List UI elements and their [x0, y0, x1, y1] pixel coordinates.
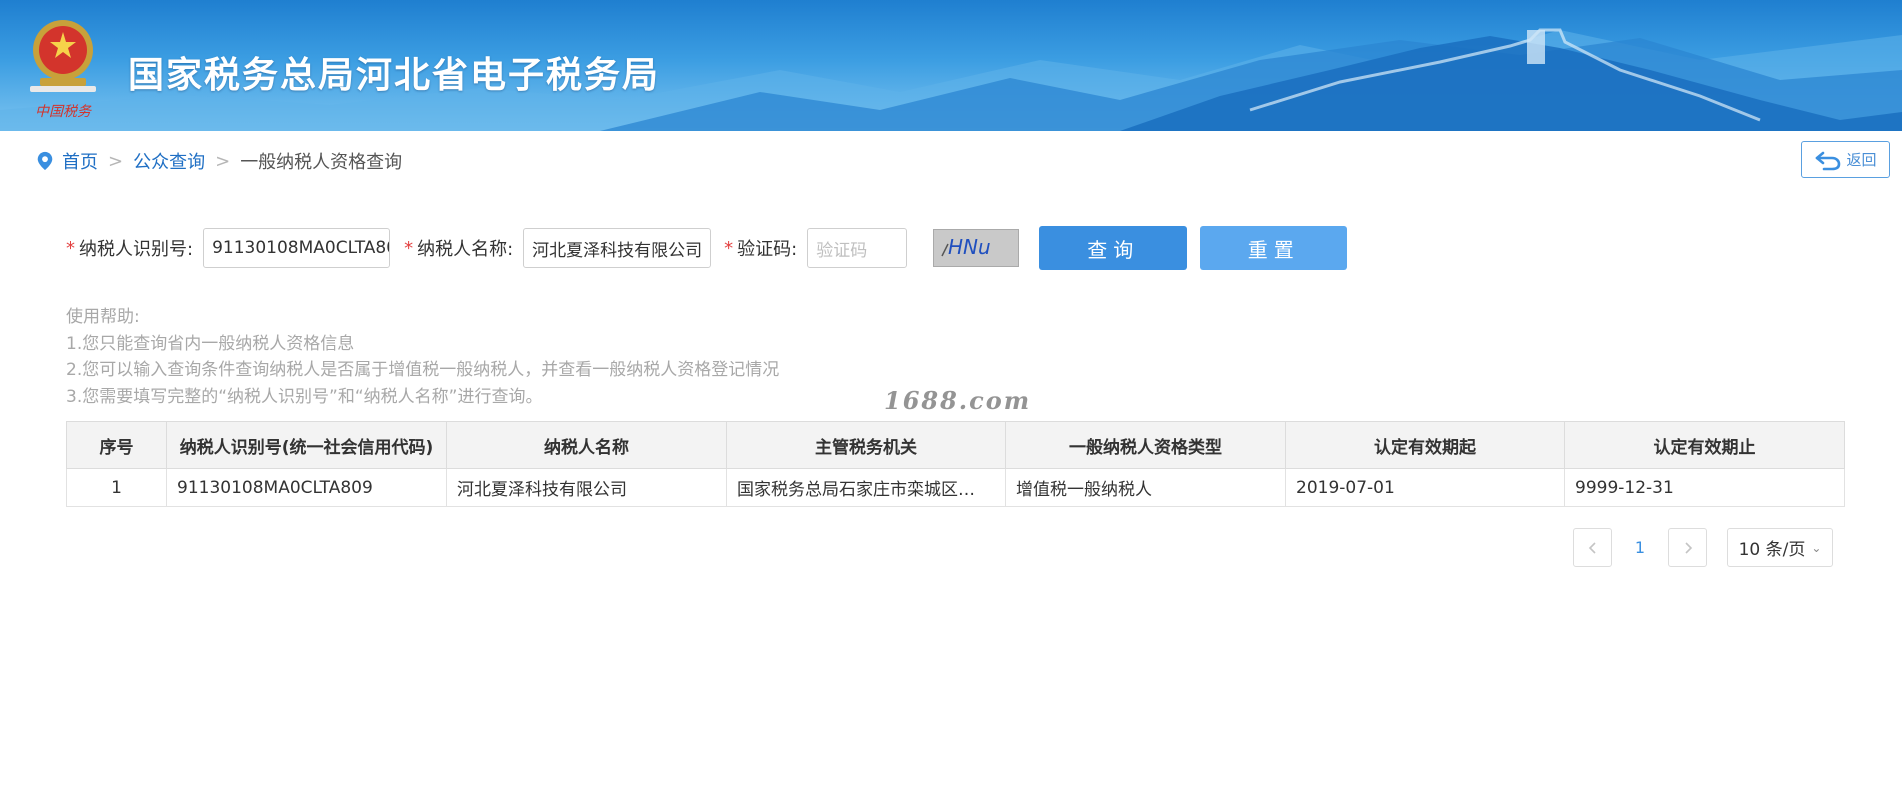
taxpayer-id-label: 纳税人识别号:: [79, 239, 194, 260]
help-title: 使用帮助:: [66, 307, 140, 327]
cell-taxpayer-id: 91130108MA0CLTA809: [166, 468, 447, 507]
breadcrumb-public-query[interactable]: 公众查询: [133, 148, 205, 174]
breadcrumb-separator: >: [215, 150, 231, 172]
required-mark: *: [724, 237, 734, 259]
breadcrumb: 首页 > 公众查询 > 一般纳税人资格查询: [36, 148, 402, 174]
breadcrumb-home[interactable]: 首页: [62, 148, 98, 174]
required-mark: *: [404, 237, 414, 259]
prev-page-button[interactable]: [1573, 528, 1612, 567]
captcha-glyphs: HNu: [941, 235, 991, 259]
chevron-right-icon: [1684, 541, 1692, 554]
taxpayer-name-label: 纳税人名称:: [417, 239, 514, 260]
captcha-label: 验证码:: [737, 239, 798, 260]
column-header-taxpayer-id: 纳税人识别号(统一社会信用代码): [166, 421, 447, 469]
watermark: 1688.com: [884, 386, 1032, 415]
cell-valid-to: 9999-12-31: [1564, 468, 1845, 507]
header-banner: 中国税务 国家税务总局河北省电子税务局: [0, 0, 1902, 131]
tax-emblem-icon: 中国税务: [30, 20, 96, 120]
back-button[interactable]: 返回: [1801, 141, 1890, 178]
help-line: 1.您只能查询省内一般纳税人资格信息: [66, 333, 355, 354]
chevron-down-icon: ⌄: [1811, 540, 1822, 555]
back-button-label: 返回: [1846, 151, 1877, 169]
cell-index: 1: [66, 468, 167, 507]
required-mark: *: [66, 237, 75, 259]
pagination: 1 10 条/页 ⌄: [1573, 528, 1833, 567]
page-size-value: 10 条/页: [1738, 540, 1806, 560]
captcha-text: HNu: [948, 235, 991, 259]
column-header-valid-to: 认定有效期止: [1564, 421, 1845, 469]
emblem-text: 中国税务: [35, 104, 92, 120]
cell-valid-from: 2019-07-01: [1285, 468, 1565, 507]
taxpayer-id-input[interactable]: 91130108MA0CLTA809: [203, 228, 391, 268]
current-page[interactable]: 1: [1612, 538, 1668, 557]
next-page-button[interactable]: [1668, 528, 1707, 567]
site-title: 国家税务总局河北省电子税务局: [128, 55, 661, 96]
usage-help: 使用帮助: 1.您只能查询省内一般纳税人资格信息 2.您可以输入查询条件查询纳税…: [66, 304, 779, 410]
column-header-index: 序号: [66, 421, 167, 469]
breadcrumb-current: 一般纳税人资格查询: [240, 152, 403, 173]
query-button[interactable]: 查询: [1039, 226, 1188, 270]
column-header-valid-from: 认定有效期起: [1285, 421, 1565, 469]
breadcrumb-separator: >: [108, 150, 124, 172]
cell-tax-authority: 国家税务总局石家庄市栾城区…: [726, 468, 1006, 507]
column-header-qualification-type: 一般纳税人资格类型: [1005, 421, 1286, 469]
cell-taxpayer-name: 河北夏泽科技有限公司: [446, 468, 727, 507]
captcha-input[interactable]: 验证码: [807, 228, 908, 268]
cell-qualification-type: 增值税一般纳税人: [1005, 468, 1286, 507]
help-line: 2.您可以输入查询条件查询纳税人是否属于增值税一般纳税人，并查看一般纳税人资格登…: [66, 360, 780, 380]
reset-button[interactable]: 重置: [1200, 226, 1348, 270]
table-row: 1 91130108MA0CLTA809 河北夏泽科技有限公司 国家税务总局石家…: [66, 468, 1845, 507]
chevron-left-icon: [1588, 541, 1596, 554]
page-size-select[interactable]: 10 条/页 ⌄: [1727, 528, 1833, 567]
location-pin-icon: [37, 151, 53, 171]
search-form: * 纳税人识别号: 91130108MA0CLTA809 * 纳税人名称: 河北…: [66, 226, 1348, 270]
table-header-row: 序号 纳税人识别号(统一社会信用代码) 纳税人名称 主管税务机关 一般纳税人资格…: [66, 421, 1845, 469]
help-line: 3.您需要填写完整的“纳税人识别号”和“纳税人名称”进行查询。: [66, 386, 543, 407]
return-arrow-icon: [1816, 151, 1841, 170]
taxpayer-name-input[interactable]: 河北夏泽科技有限公司: [523, 228, 712, 268]
result-table: 序号 纳税人识别号(统一社会信用代码) 纳税人名称 主管税务机关 一般纳税人资格…: [66, 421, 1845, 507]
captcha-image[interactable]: HNu: [933, 229, 1020, 267]
column-header-tax-authority: 主管税务机关: [726, 421, 1006, 469]
column-header-taxpayer-name: 纳税人名称: [446, 421, 727, 469]
